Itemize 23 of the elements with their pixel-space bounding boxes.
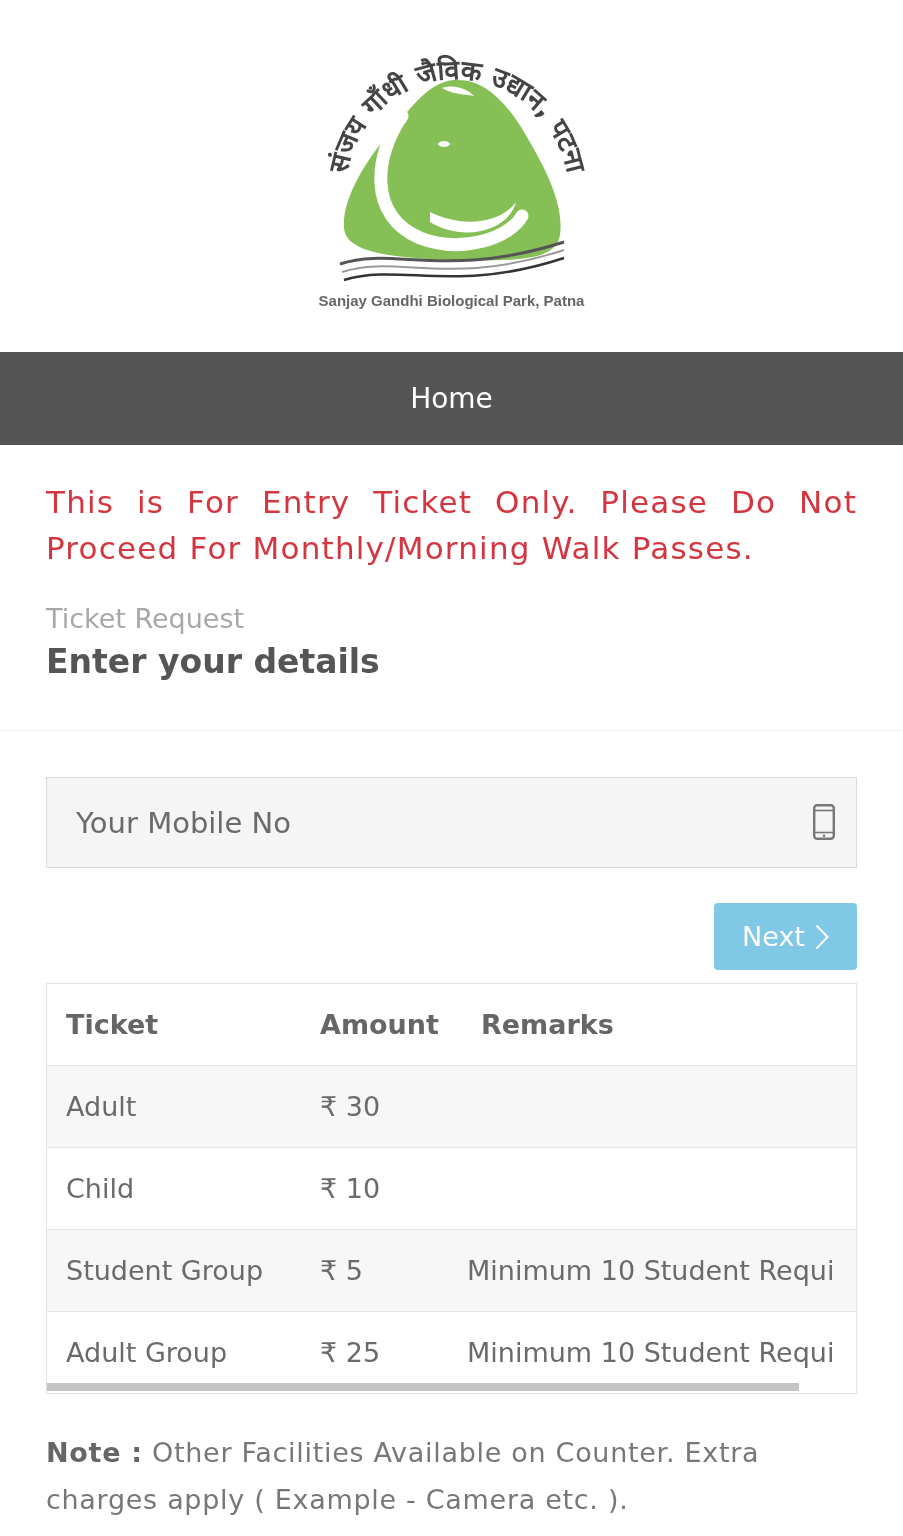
table-cell-text: Adult Group <box>65 1337 229 1368</box>
table-cell-text: Child <box>65 1173 136 1204</box>
section-title: Enter your details <box>46 641 381 683</box>
scrollbar-thumb[interactable] <box>47 1383 800 1391</box>
table-cell-text: Minimum 10 Student Requi <box>466 1337 836 1368</box>
note-text: Note : Other Facilities Available on Counter. Extra charges apply ( Example - Camera etc. ). <box>46 1436 761 1517</box>
section-label: Ticket Request <box>46 602 246 636</box>
home-link[interactable]: Home <box>410 382 493 415</box>
notice-text: This is For Entry Ticket Only. Please Do Not Proceed For Monthly/Morning Walk Passes. <box>46 483 857 568</box>
table-cell-text: ₹ 30 <box>319 1091 382 1122</box>
table-cell-text: ₹ 10 <box>319 1173 382 1204</box>
table-header-cell-text: Amount <box>319 1009 440 1040</box>
mobile-phone-icon <box>813 804 835 840</box>
table-header-cell-text: Ticket <box>65 1009 160 1040</box>
table-cell-text: ₹ 25 <box>319 1337 382 1368</box>
mobile-input-field[interactable]: Your Mobile No <box>46 777 857 868</box>
table-cell-text: Minimum 10 Student Requi <box>466 1255 836 1286</box>
table-cell-text: ₹ 5 <box>319 1255 364 1286</box>
logo-caption: Sanjay Gandhi Biological Park, Patna <box>318 292 585 310</box>
chevron-right-icon <box>814 923 829 950</box>
table-header-cell-text: Remarks <box>480 1009 615 1040</box>
table-cell-text: Adult <box>65 1091 138 1122</box>
table-cell-text: Student Group <box>65 1255 265 1286</box>
